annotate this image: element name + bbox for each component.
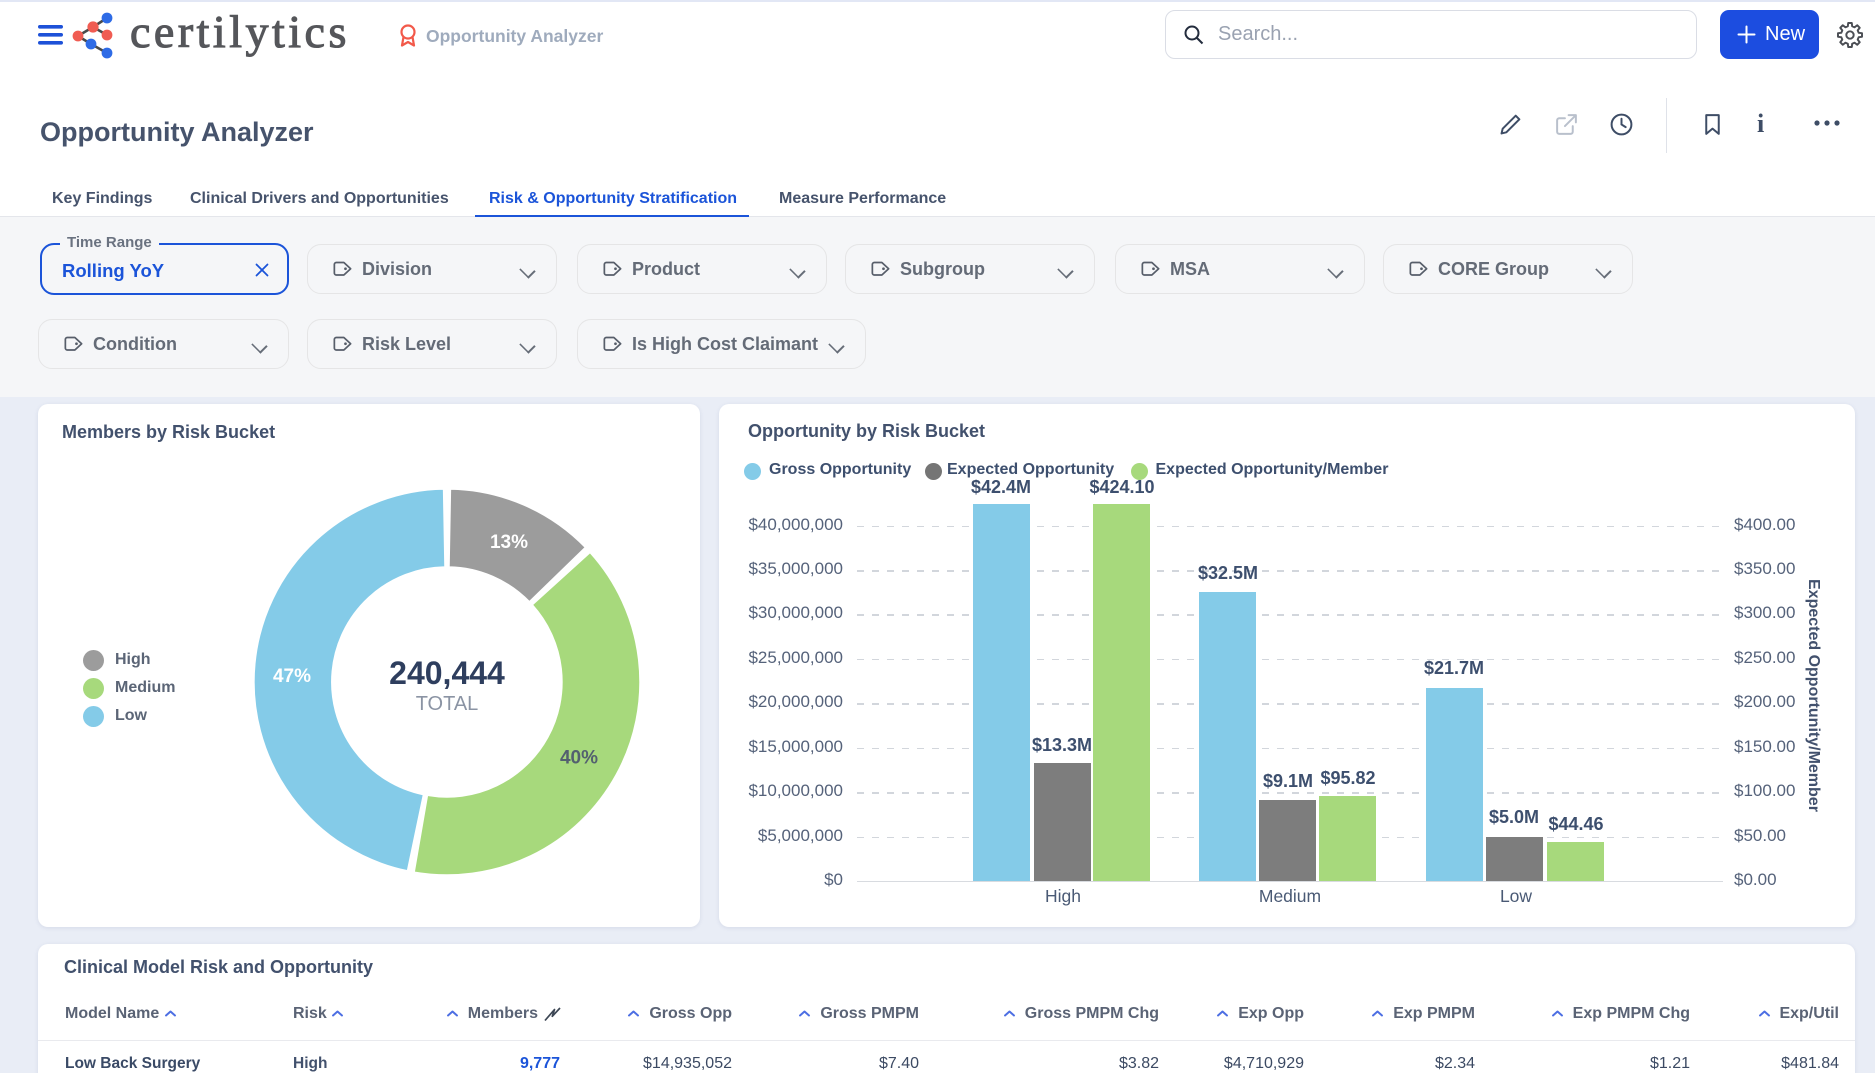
svg-text:TOTAL: TOTAL <box>416 693 479 715</box>
svg-text:13%: 13% <box>490 532 528 553</box>
svg-text:40%: 40% <box>560 748 598 769</box>
svg-text:240,444: 240,444 <box>389 655 505 691</box>
svg-text:47%: 47% <box>273 666 311 687</box>
